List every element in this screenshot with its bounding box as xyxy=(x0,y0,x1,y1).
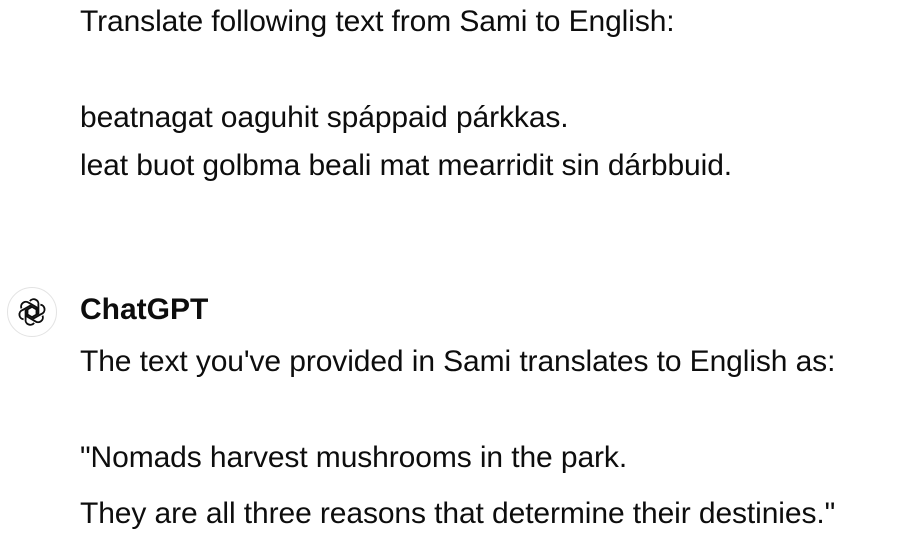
user-message-line: leat buot golbma beali mat mearridit sin… xyxy=(80,149,733,182)
assistant-message-line: "Nomads harvest mushrooms in the park. xyxy=(80,441,628,474)
assistant-message-line: They are all three reasons that determin… xyxy=(80,497,836,530)
assistant-avatar xyxy=(7,287,57,337)
openai-logo-icon xyxy=(18,298,46,326)
assistant-name: ChatGPT xyxy=(80,293,209,326)
assistant-message-line: The text you've provided in Sami transla… xyxy=(80,345,836,378)
user-message-line: beatnagat oaguhit spáppaid párkkas. xyxy=(80,101,569,134)
user-message-line: Translate following text from Sami to En… xyxy=(80,5,675,38)
